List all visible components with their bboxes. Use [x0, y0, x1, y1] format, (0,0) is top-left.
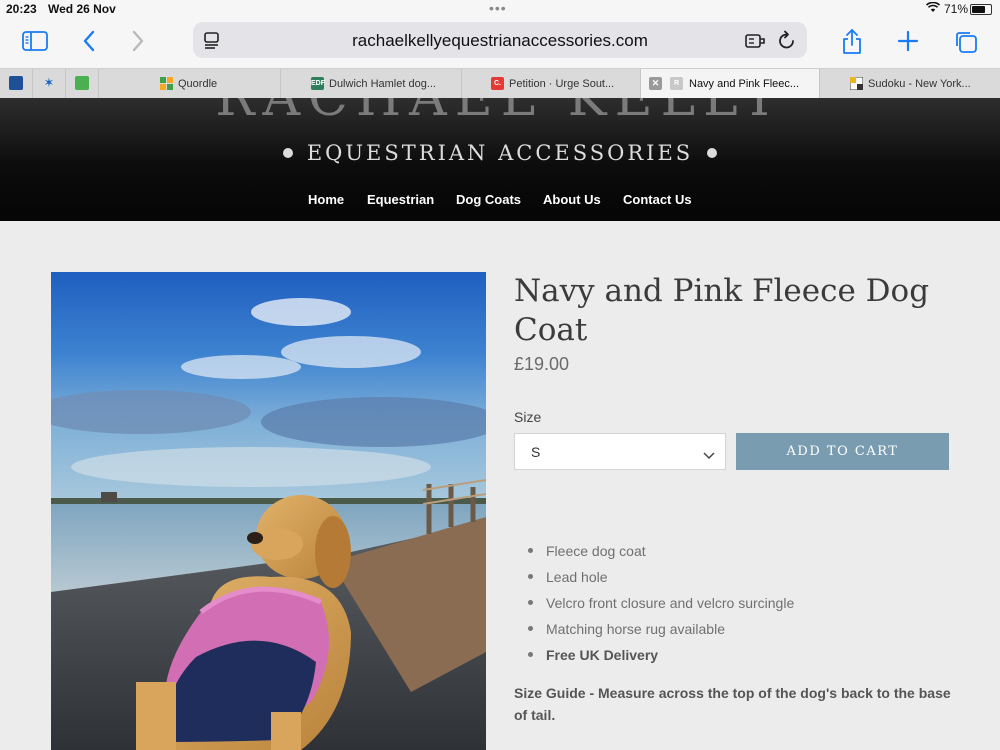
- tab-quordle[interactable]: Quordle: [100, 69, 281, 99]
- address-bar[interactable]: rachaelkellyequestrianaccessories.com: [193, 22, 807, 58]
- site-header: RACHAEL KELLY EQUESTRIAN ACCESSORIES Hom…: [0, 98, 1000, 221]
- list-item: Velcro front closure and velcro surcingl…: [528, 594, 795, 620]
- size-selected-value: S: [531, 444, 541, 460]
- list-item: Matching horse rug available: [528, 620, 794, 646]
- feature-text: Velcro front closure and velcro surcingl…: [546, 595, 795, 611]
- reload-icon[interactable]: [778, 30, 796, 55]
- nav-dog-coats[interactable]: Dog Coats: [456, 192, 521, 207]
- size-select[interactable]: S: [514, 433, 726, 470]
- nav-about-us[interactable]: About Us: [543, 192, 601, 207]
- change-org-favicon-icon: C.: [491, 77, 504, 90]
- forward-icon[interactable]: [131, 30, 145, 57]
- sudoku-favicon-icon: [849, 76, 864, 91]
- new-tab-icon[interactable]: [897, 30, 919, 57]
- feature-text: Matching horse rug available: [546, 621, 725, 637]
- battery-icon: [970, 4, 992, 15]
- pinned-tab-1[interactable]: [0, 69, 33, 99]
- nav-home[interactable]: Home: [308, 192, 344, 207]
- add-to-cart-button[interactable]: ADD TO CART: [736, 433, 949, 470]
- pinned-favicon-icon: [75, 76, 89, 90]
- tab-label: Sudoku - New York...: [868, 78, 971, 90]
- product-image[interactable]: [51, 272, 486, 750]
- pinned-tab-2[interactable]: ✶: [33, 69, 66, 99]
- feature-text: Lead hole: [546, 569, 608, 585]
- size-guide-text: Size Guide - Measure across the top of t…: [514, 685, 951, 723]
- product-title: Navy and Pink Fleece Dog Coat: [514, 273, 930, 348]
- status-time: 20:23: [6, 2, 37, 16]
- chevron-down-icon: [703, 447, 715, 465]
- quordle-favicon-icon: [160, 77, 173, 90]
- status-date: Wed 26 Nov: [48, 2, 116, 16]
- tab-dulwich-hamlet[interactable]: EDF Dulwich Hamlet dog...: [281, 69, 462, 99]
- list-item: Free UK Delivery: [528, 646, 794, 672]
- tab-overview-icon[interactable]: [953, 29, 979, 60]
- site-logo-name[interactable]: RACHAEL KELLY: [150, 98, 850, 128]
- browser-toolbar: rachaelkellyequestrianaccessories.com: [0, 18, 1000, 68]
- feature-list: Fleece dog coat Lead hole Velcro front c…: [528, 542, 795, 672]
- status-bar: 20:23 Wed 26 Nov ••• 71%: [0, 0, 1000, 18]
- feature-text: Fleece dog coat: [546, 543, 646, 559]
- nav-equestrian[interactable]: Equestrian: [367, 192, 434, 207]
- multitasking-dots-icon[interactable]: •••: [489, 0, 507, 16]
- sidebar-icon[interactable]: [22, 31, 48, 56]
- tab-label: Quordle: [178, 78, 218, 90]
- pinned-favicon-icon: [9, 76, 23, 90]
- site-favicon-icon: R: [670, 77, 683, 90]
- tab-label: Navy and Pink Fleec...: [689, 78, 800, 90]
- tab-bar: ✶ Quordle EDF Dulwich Hamlet dog... C. P…: [0, 68, 1000, 99]
- list-item: Fleece dog coat: [528, 542, 794, 568]
- tab-petition[interactable]: C. Petition · Urge Sout...: [462, 69, 641, 99]
- nav-contact-us[interactable]: Contact Us: [623, 192, 692, 207]
- list-item: Lead hole: [528, 568, 794, 594]
- product-price: £19.00: [514, 354, 570, 374]
- close-tab-icon[interactable]: ✕: [649, 77, 662, 90]
- url-text: rachaelkellyequestrianaccessories.com: [352, 31, 648, 50]
- pinned-tab-3[interactable]: [66, 69, 99, 99]
- site-logo-tagline: EQUESTRIAN ACCESSORIES: [0, 141, 1000, 165]
- edf-favicon-icon: EDF: [311, 77, 325, 90]
- size-label: Size: [514, 409, 542, 425]
- battery-percent: 71%: [944, 2, 969, 16]
- tab-sudoku[interactable]: Sudoku - New York...: [820, 69, 1000, 99]
- tab-label: Dulwich Hamlet dog...: [329, 78, 436, 90]
- wifi-icon: [925, 1, 941, 16]
- logo-tagline-text: EQUESTRIAN ACCESSORIES: [306, 141, 694, 165]
- share-icon[interactable]: [841, 27, 863, 60]
- tab-navy-and-pink-fleece[interactable]: ✕ R Navy and Pink Fleec...: [641, 69, 820, 99]
- feature-text: Free UK Delivery: [546, 647, 659, 663]
- tab-label: Petition · Urge Sout...: [509, 78, 615, 90]
- back-icon[interactable]: [82, 30, 96, 57]
- extension-icon[interactable]: [745, 32, 767, 55]
- pinned-favicon-icon: ✶: [42, 75, 56, 90]
